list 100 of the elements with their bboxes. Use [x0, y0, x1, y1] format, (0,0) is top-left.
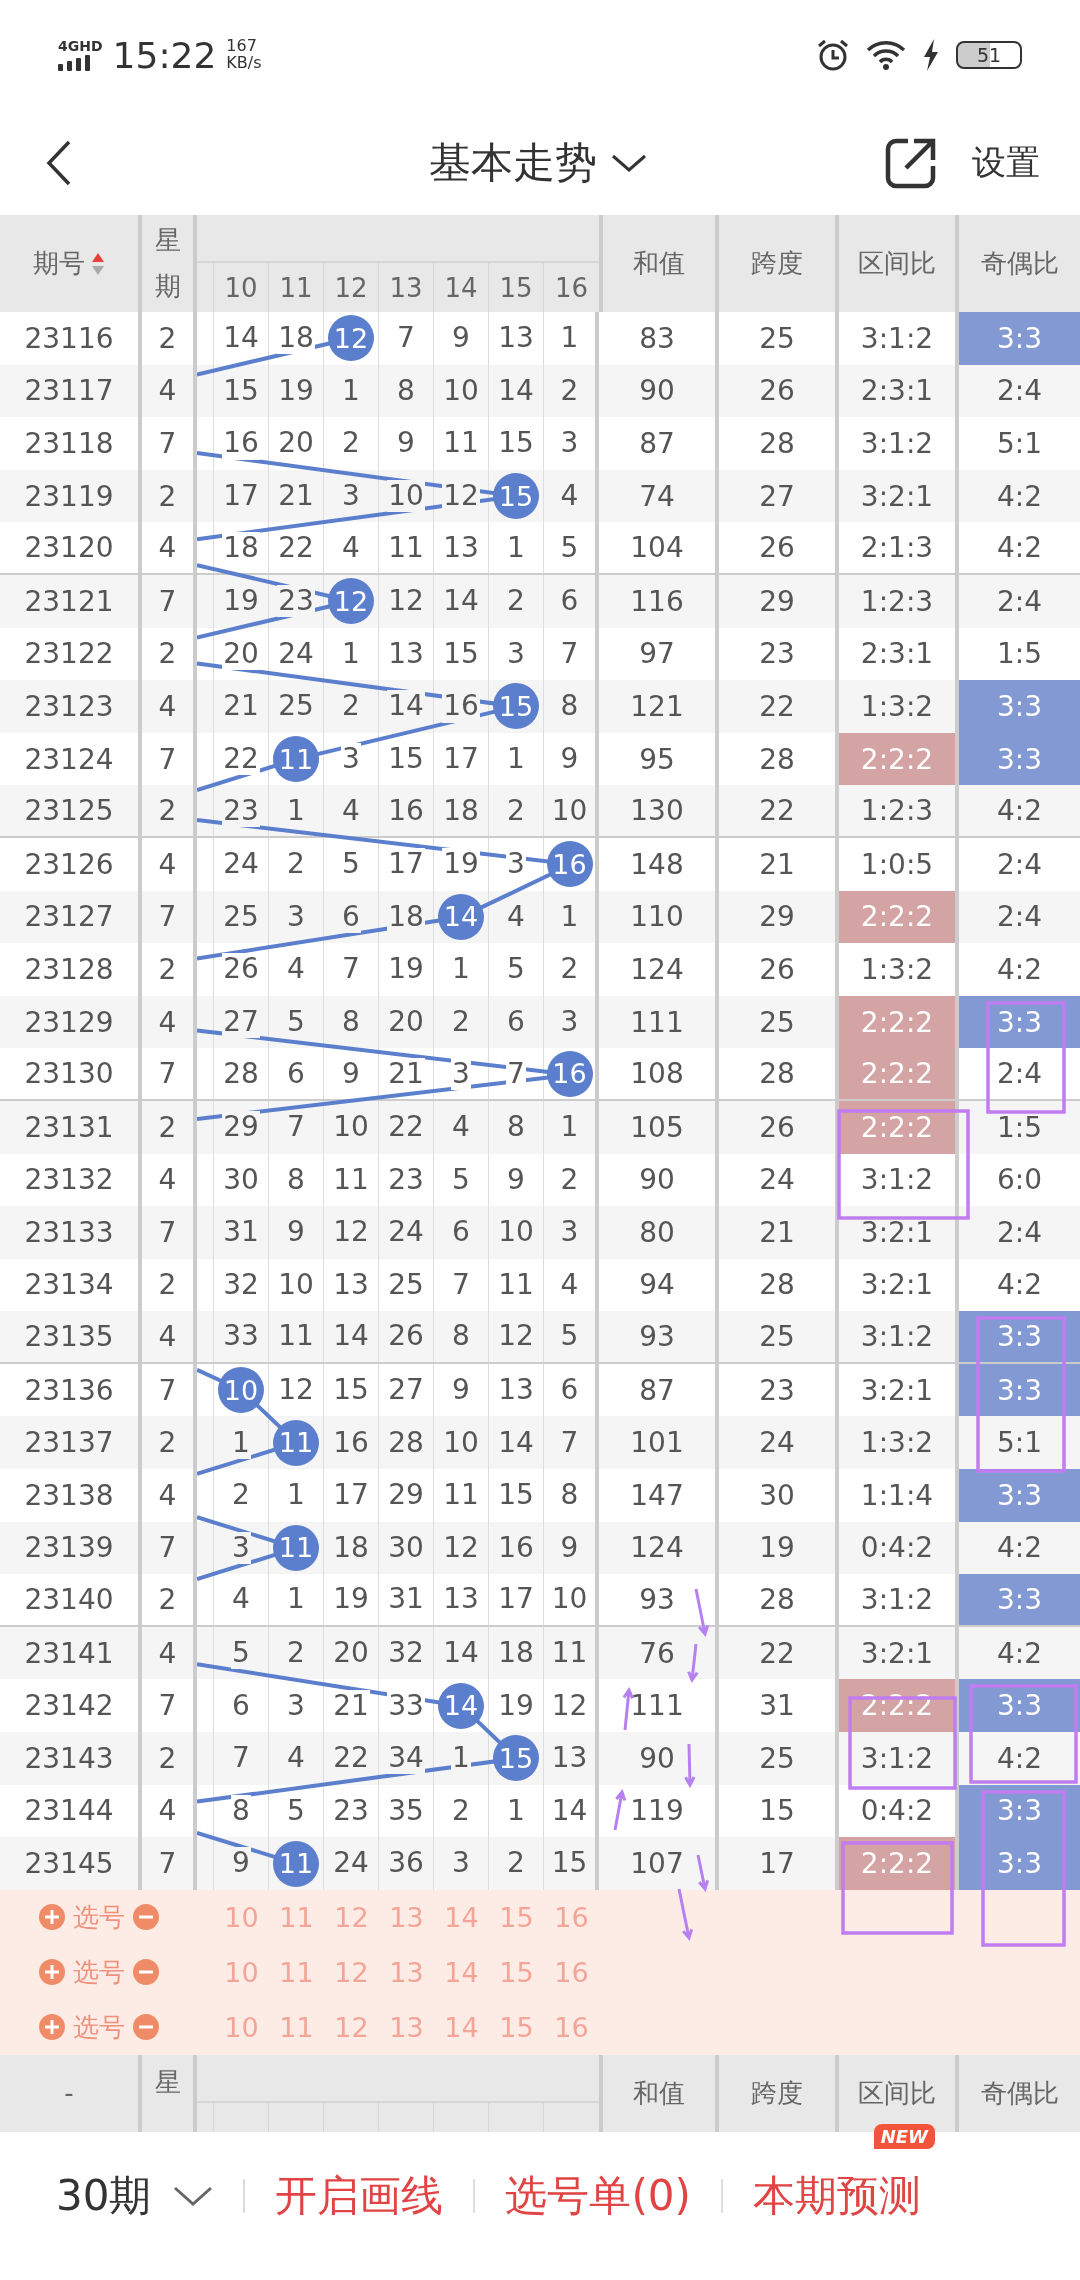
minus-circle-icon[interactable] [132, 1904, 159, 1931]
column-header: 星 [154, 2065, 181, 2099]
pick-number[interactable]: 14 [444, 1901, 479, 1933]
pick-number[interactable]: 11 [279, 2011, 314, 2043]
minus-circle-icon[interactable] [132, 1959, 159, 1986]
table-cell: 1:3:2 [860, 1426, 934, 1460]
table-cell: 3:1:2 [860, 1583, 934, 1617]
table-cell: 108 [630, 1057, 684, 1091]
table-cell: 1:0:5 [860, 847, 934, 881]
table-cell: 23135 [24, 1320, 114, 1354]
drawn-arrow [677, 1887, 694, 1942]
column-header: 15 [499, 272, 533, 303]
table-cell: 23140 [24, 1583, 114, 1617]
settings-link[interactable]: 设置 [972, 139, 1040, 186]
table-cell: 3:1:2 [860, 427, 934, 460]
pick-number[interactable]: 12 [334, 1956, 369, 1988]
table-cell: 26 [759, 952, 795, 986]
pick-label: 选号 [72, 1900, 125, 1934]
table-cell: 24 [759, 1163, 795, 1197]
table-cell: 23144 [24, 1794, 114, 1828]
pick-number[interactable]: 10 [224, 2011, 259, 2043]
minus-circle-icon[interactable] [132, 2014, 159, 2041]
table-cell: 121 [630, 689, 684, 723]
pick-number[interactable]: 10 [224, 1956, 259, 1988]
pick-label: 选号 [72, 1955, 125, 1989]
table-cell: 3:1:2 [860, 1163, 934, 1197]
back-icon[interactable] [46, 139, 72, 186]
sort-icon[interactable] [91, 251, 105, 276]
table-cell: 4 [158, 1478, 177, 1512]
table-cell: 2:2:2 [839, 1048, 955, 1099]
drawn-arrow [694, 1587, 710, 1638]
table-cell: 1:1:4 [860, 1478, 934, 1512]
toolbar-link[interactable]: 选号单(0) [505, 2170, 691, 2220]
pick-number[interactable]: 11 [279, 1956, 314, 1988]
table-cell: 25 [759, 321, 795, 355]
table-cell: 7 [158, 1373, 177, 1407]
chevron-down-icon[interactable] [611, 152, 647, 173]
table-cell: 3:1:2 [860, 321, 934, 355]
table-cell: 111 [630, 1005, 684, 1039]
table-cell: 2:4 [996, 900, 1043, 934]
table-cell: 2:3:1 [860, 374, 934, 408]
pick-number[interactable]: 14 [444, 1956, 479, 1988]
page-title[interactable]: 基本走势 [429, 134, 597, 191]
plus-circle-icon[interactable] [38, 1959, 65, 1986]
table-cell: 23117 [24, 374, 114, 408]
table-cell: 15 [759, 1794, 795, 1828]
pick-number[interactable]: 15 [499, 2011, 534, 2043]
table-cell: 107 [630, 1847, 684, 1880]
pick-number[interactable]: 15 [499, 1956, 534, 1988]
table-cell: 3:1:2 [860, 1741, 934, 1775]
table-cell: 7 [158, 1215, 177, 1249]
table-cell: 28 [759, 1057, 795, 1091]
plus-circle-icon[interactable] [38, 1904, 65, 1931]
table-cell: 6:0 [996, 1163, 1043, 1197]
period-select[interactable]: 30期 [56, 2167, 152, 2224]
table-cell: 80 [639, 1215, 675, 1249]
table-cell: 26 [759, 531, 795, 565]
pick-number[interactable]: 16 [554, 1901, 589, 1933]
pick-number[interactable]: 11 [279, 1901, 314, 1933]
table-cell: 23118 [24, 427, 114, 460]
table-cell: 23134 [24, 1268, 114, 1302]
number-ball: 14 [438, 1682, 484, 1729]
drawn-arrow [613, 1788, 627, 1832]
pick-number[interactable]: 13 [389, 1901, 424, 1933]
column-header: 13 [389, 272, 423, 303]
pick-number[interactable]: 15 [499, 1901, 534, 1933]
drawn-arrow [696, 1853, 710, 1893]
column-header: 11 [279, 272, 313, 303]
table-cell: 3 [451, 1057, 471, 1090]
table-cell: 3:2:1 [860, 479, 934, 513]
pick-number[interactable]: 16 [554, 1956, 589, 1988]
table-cell: 23120 [24, 531, 114, 565]
table-cell: 76 [639, 1636, 675, 1670]
table-cell: 3:2:1 [860, 1636, 934, 1670]
plus-circle-icon[interactable] [38, 2014, 65, 2041]
table-cell: 23126 [24, 847, 114, 881]
speed-unit: KB/s [226, 55, 262, 72]
table-cell: 4:2 [996, 952, 1043, 986]
column-header[interactable]: 期号 [33, 246, 85, 281]
pick-number[interactable]: 12 [334, 1901, 369, 1933]
pick-number[interactable]: 13 [389, 2011, 424, 2043]
toolbar-link[interactable]: 开启画线 [275, 2170, 444, 2220]
table-cell: 7 [158, 427, 177, 460]
column-header: 星期 [154, 224, 181, 303]
table-cell: 23145 [24, 1847, 114, 1880]
column-header: 奇偶比 [980, 2076, 1059, 2110]
pick-number[interactable]: 14 [444, 2011, 479, 2043]
pick-number[interactable]: 10 [224, 1901, 259, 1933]
table-cell: 4:2 [996, 1636, 1043, 1670]
table-cell: 22 [759, 794, 795, 828]
table-cell: 7 [158, 1689, 177, 1723]
pick-number[interactable]: 12 [334, 2011, 369, 2043]
table-cell: 90 [639, 1163, 675, 1197]
table-cell: 95 [639, 742, 675, 776]
table-cell: 23123 [24, 689, 114, 723]
table-cell: 4 [158, 531, 177, 565]
pick-number[interactable]: 13 [389, 1956, 424, 1988]
toolbar-link[interactable]: 本期预测 [752, 2170, 921, 2220]
chevron-down-icon[interactable] [173, 2184, 214, 2207]
pick-number[interactable]: 16 [554, 2011, 589, 2043]
